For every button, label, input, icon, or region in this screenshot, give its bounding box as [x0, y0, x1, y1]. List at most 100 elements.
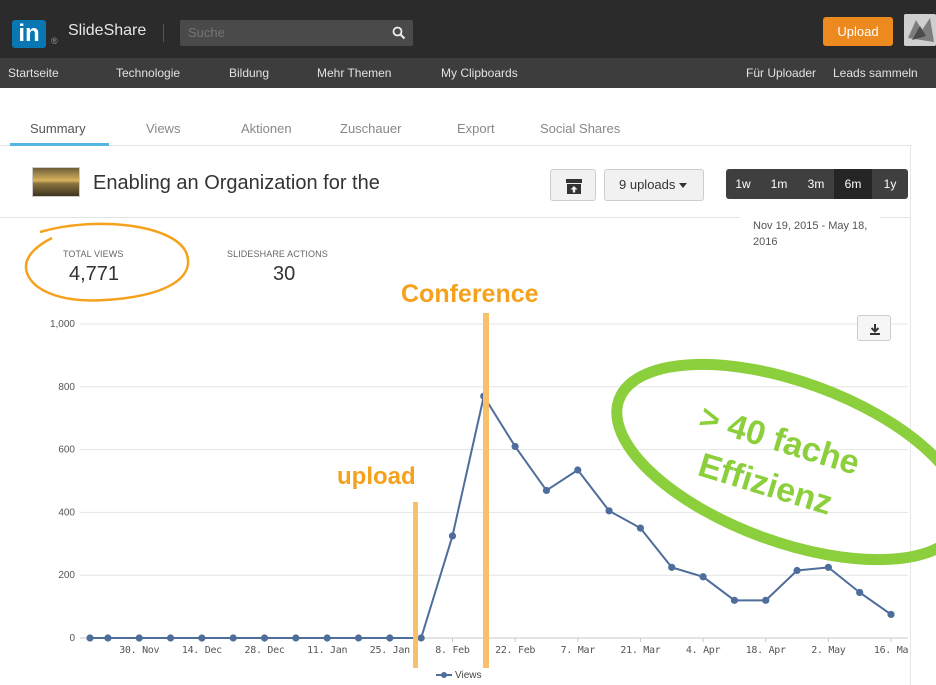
- data-point: [386, 634, 394, 642]
- chevron-down-icon: [679, 183, 688, 189]
- range-1m[interactable]: 1m: [760, 169, 798, 199]
- slideshare-actions-label: SLIDESHARE ACTIONS: [227, 249, 328, 259]
- y-tick-label: 800: [58, 382, 75, 393]
- tab-social-shares[interactable]: Social Shares: [540, 121, 620, 136]
- date-range-line2: 2016: [753, 236, 778, 248]
- linkedin-logo[interactable]: in: [12, 20, 46, 48]
- data-point: [542, 486, 551, 495]
- nav-item-bildung[interactable]: Bildung: [229, 66, 269, 80]
- x-tick-label: 22. Feb: [495, 645, 535, 656]
- uploads-label: 9 uploads: [619, 177, 676, 192]
- data-point: [417, 634, 425, 642]
- search-input[interactable]: [188, 25, 378, 40]
- data-point: [699, 573, 707, 581]
- data-point: [511, 442, 519, 451]
- y-tick-label: 0: [69, 633, 75, 644]
- data-point: [354, 634, 363, 642]
- registered-mark: ®: [51, 36, 58, 46]
- range-1w[interactable]: 1w: [726, 169, 760, 199]
- range-1y[interactable]: 1y: [872, 169, 908, 199]
- upload-annotation: upload: [337, 463, 416, 490]
- avatar-image: [904, 14, 936, 46]
- total-views-label: TOTAL VIEWS: [63, 249, 124, 259]
- slideshare-brand[interactable]: SlideShare: [68, 22, 146, 40]
- nav-item-mehr-themen[interactable]: Mehr Themen: [317, 66, 391, 80]
- data-point: [292, 634, 300, 642]
- conference-annotation: Conference: [401, 280, 539, 308]
- x-tick-label: 2. May: [811, 645, 846, 656]
- archive-button[interactable]: [550, 169, 596, 201]
- avatar[interactable]: [904, 14, 936, 46]
- brand-separator: [163, 24, 164, 42]
- nav-bar: Startseite Technologie Bildung Mehr Them…: [0, 58, 936, 88]
- total-views-value: 4,771: [69, 263, 120, 285]
- range-6m[interactable]: 6m: [834, 169, 872, 199]
- data-point: [229, 634, 237, 642]
- data-point: [762, 596, 770, 604]
- nav-item-startseite[interactable]: Startseite: [8, 66, 59, 80]
- data-point: [135, 634, 143, 642]
- top-bar: in ® SlideShare Upload: [0, 0, 936, 58]
- nav-item-my-clipboards[interactable]: My Clipboards: [441, 66, 518, 80]
- legend-marker: [436, 671, 452, 679]
- search-box[interactable]: [180, 20, 413, 46]
- nav-item-technologie[interactable]: Technologie: [116, 66, 180, 80]
- data-point: [887, 610, 895, 619]
- data-point: [856, 588, 864, 597]
- search-icon[interactable]: [392, 26, 406, 40]
- slideshare-actions-value: 30: [273, 263, 296, 285]
- download-button[interactable]: [857, 315, 891, 341]
- data-point: [480, 392, 488, 400]
- data-point: [166, 634, 175, 642]
- nav-item-leads-sammeln[interactable]: Leads sammeln: [833, 66, 918, 80]
- y-tick-label: 600: [58, 445, 75, 456]
- header-divider: [0, 217, 740, 218]
- x-tick-label: 11. Jan: [307, 645, 347, 656]
- uploads-dropdown[interactable]: 9 uploads: [604, 169, 704, 201]
- active-tab-indicator: [10, 143, 109, 146]
- download-icon: [870, 324, 880, 335]
- data-point: [448, 532, 457, 540]
- date-range-line1: Nov 19, 2015 - May 18,: [753, 220, 868, 232]
- chart-legend[interactable]: Views: [436, 670, 482, 681]
- data-point: [574, 466, 582, 474]
- x-tick-label: 21. Mar: [620, 645, 660, 656]
- data-point: [793, 566, 801, 575]
- data-point: [104, 634, 112, 642]
- x-tick-label: 4. Apr: [686, 645, 721, 656]
- y-tick-label: 400: [58, 507, 75, 518]
- data-point: [323, 634, 331, 642]
- slideshare-analytics-page: in ® SlideShare Upload Startseite Techno…: [0, 0, 936, 685]
- data-point: [730, 596, 739, 604]
- y-tick-label: 200: [58, 570, 75, 581]
- y-tick-label: 1,000: [50, 319, 75, 330]
- data-point: [636, 524, 645, 532]
- presentation-title[interactable]: Enabling an Organization for the: [93, 172, 380, 195]
- x-tick-label: 8. Feb: [435, 645, 470, 656]
- x-tick-label: 28. Dec: [245, 645, 285, 656]
- data-point: [668, 563, 676, 571]
- panel-border: [910, 145, 911, 685]
- legend-label: Views: [455, 670, 482, 681]
- tabs-divider: [0, 145, 912, 146]
- x-tick-label: 7. Mar: [561, 645, 596, 656]
- date-range: Nov 19, 2015 - May 18, 2016: [753, 218, 893, 250]
- data-point: [86, 634, 94, 642]
- archive-icon: [566, 179, 582, 194]
- upload-button[interactable]: Upload: [823, 17, 893, 46]
- x-tick-label: 14. Dec: [182, 645, 222, 656]
- tab-summary[interactable]: Summary: [30, 121, 86, 136]
- tab-views[interactable]: Views: [146, 121, 180, 136]
- x-tick-label: 25. Jan: [370, 645, 410, 656]
- nav-item-fuer-uploader[interactable]: Für Uploader: [746, 66, 816, 80]
- data-point: [198, 634, 206, 642]
- range-3m[interactable]: 3m: [798, 169, 834, 199]
- x-tick-label: 18. Apr: [746, 645, 786, 656]
- tab-aktionen[interactable]: Aktionen: [241, 121, 292, 136]
- x-tick-label: 16. Ma: [874, 645, 909, 656]
- tab-export[interactable]: Export: [457, 121, 495, 136]
- tab-zuschauer[interactable]: Zuschauer: [340, 121, 401, 136]
- data-point: [605, 507, 613, 515]
- x-tick-label: 30. Nov: [119, 645, 159, 656]
- presentation-thumbnail[interactable]: [32, 167, 80, 197]
